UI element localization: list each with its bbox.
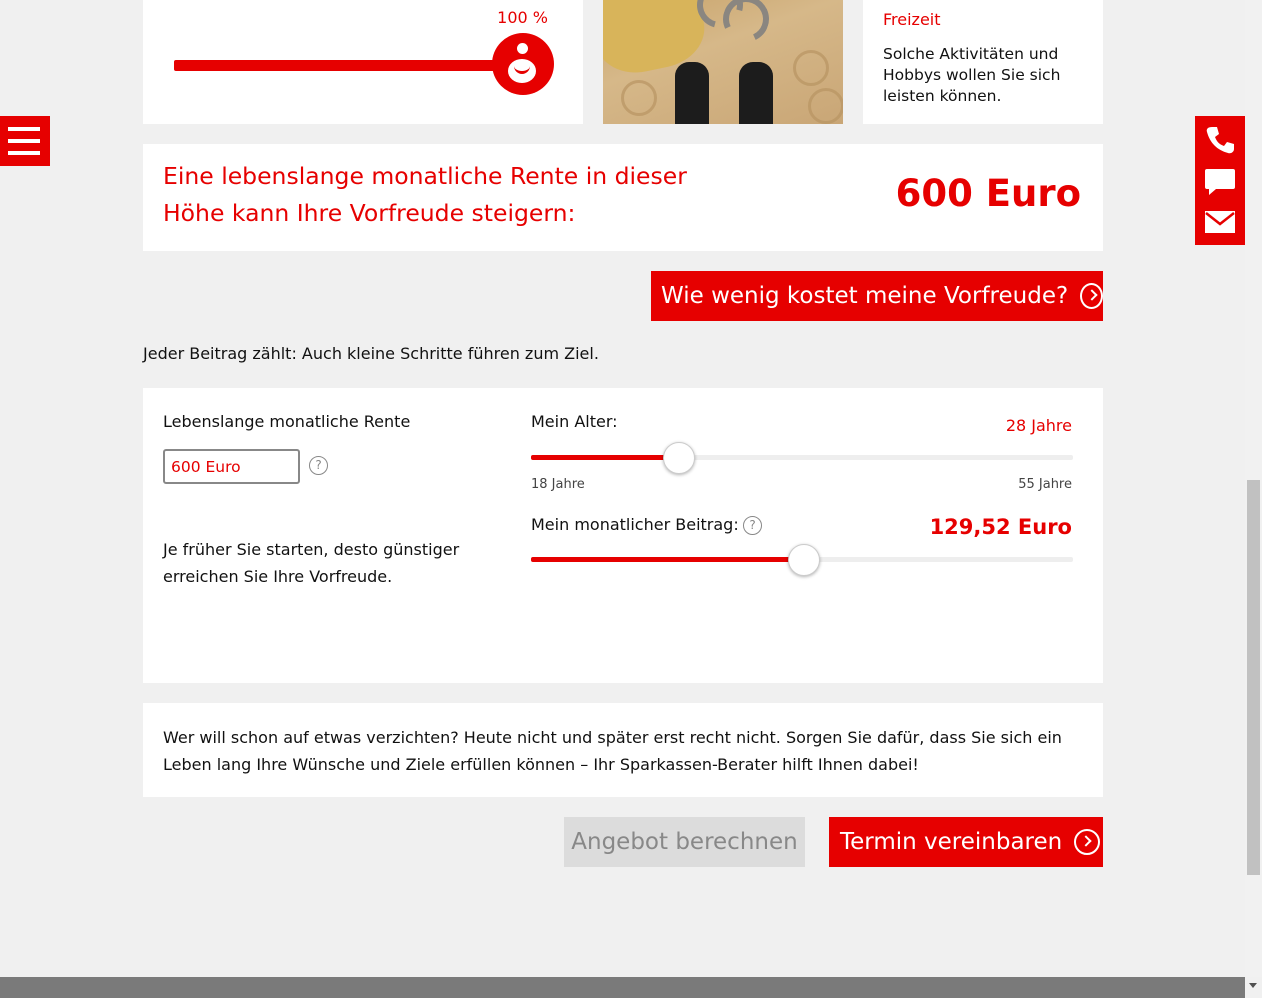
vorfreude-slider-smiley-handle[interactable] (492, 33, 554, 95)
boot (675, 62, 709, 124)
cost-button-label: Wie wenig kostet meine Vorfreude? (661, 283, 1069, 309)
cost-button[interactable]: Wie wenig kostet meine Vorfreude? (651, 271, 1103, 321)
rente-banner-amount: 600 Euro (895, 172, 1081, 215)
age-label: Mein Alter: (531, 412, 618, 431)
rente-banner: Eine lebenslange monatliche Rente in die… (143, 144, 1103, 251)
category-title: Freizeit (883, 10, 941, 29)
hoof-print (793, 50, 829, 86)
age-min-label: 18 Jahre (531, 477, 585, 492)
calculator-card: Lebenslange monatliche Rente ? Je früher… (143, 388, 1103, 683)
chat-icon[interactable] (1204, 165, 1236, 197)
vorfreude-slider-track[interactable] (174, 60, 524, 71)
rente-label: Lebenslange monatliche Rente (163, 412, 411, 431)
vorfreude-slider-card: 100 % (143, 0, 583, 124)
info-text: Wer will schon auf etwas verzichten? Heu… (163, 728, 1062, 774)
freizeit-photo (603, 0, 843, 124)
vertical-scrollbar[interactable] (1245, 0, 1262, 988)
hint-text: Jeder Beitrag zählt: Auch kleine Schritt… (143, 344, 599, 363)
category-description: Solche Aktivitäten und Hobbys wollen Sie… (883, 45, 1061, 105)
hoof-print (621, 80, 657, 116)
hamburger-menu-icon[interactable] (0, 116, 50, 166)
help-icon[interactable]: ? (309, 456, 328, 475)
age-slider-fill (531, 455, 678, 460)
age-slider-handle[interactable] (663, 442, 695, 474)
beitrag-slider-handle[interactable] (788, 544, 820, 576)
freizeit-card: Freizeit Solche Aktivitäten und Hobbys w… (863, 0, 1103, 124)
beitrag-slider-fill (531, 557, 803, 562)
contact-strip (1195, 116, 1245, 245)
scroll-down-arrow-icon[interactable] (1249, 983, 1257, 988)
boot (739, 62, 773, 124)
beitrag-label: Mein monatlicher Beitrag: (531, 515, 739, 534)
age-max-label: 55 Jahre (1018, 477, 1072, 492)
rente-input[interactable] (163, 449, 300, 484)
hoof-print (808, 88, 843, 124)
termin-button[interactable]: Termin vereinbaren (829, 817, 1103, 867)
chevron-right-circle-icon (1074, 829, 1101, 855)
mail-icon[interactable] (1204, 205, 1236, 237)
beitrag-value: 129,52 Euro (929, 515, 1072, 539)
help-icon[interactable]: ? (743, 516, 762, 535)
menu-bar (8, 151, 40, 155)
info-box: Wer will schon auf etwas verzichten? Heu… (143, 703, 1103, 797)
termin-button-label: Termin vereinbaren (840, 829, 1063, 855)
age-value: 28 Jahre (1005, 416, 1072, 435)
menu-bar (8, 127, 40, 131)
phone-icon[interactable] (1204, 124, 1236, 156)
footer-bar (0, 977, 1245, 998)
angebot-button[interactable]: Angebot berechnen (564, 817, 805, 867)
early-start-text: Je früher Sie starten, desto günstiger e… (163, 540, 460, 586)
vorfreude-percent: 100 % (497, 8, 548, 27)
rente-banner-text: Eine lebenslange monatliche Rente in die… (163, 162, 687, 227)
chevron-right-circle-icon (1080, 283, 1103, 309)
smiley-head (517, 43, 528, 54)
scrollbar-thumb[interactable] (1247, 480, 1260, 875)
menu-bar (8, 139, 40, 143)
